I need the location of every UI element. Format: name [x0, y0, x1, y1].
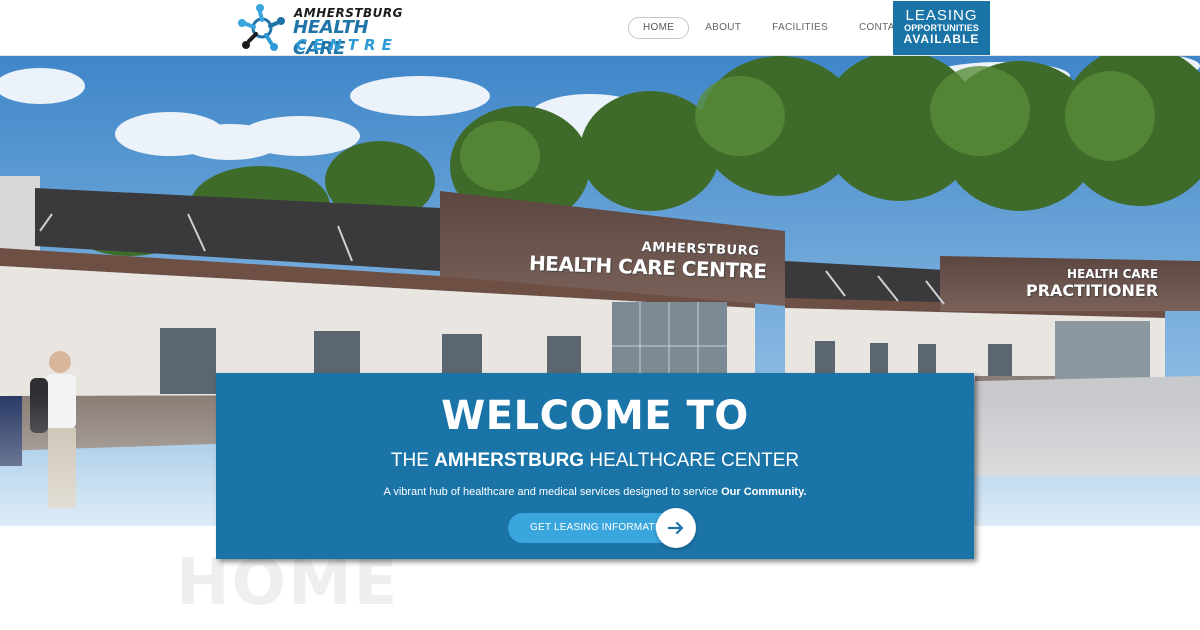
building-sign-side: HEALTH CARE PRACTITIONER — [1026, 267, 1158, 300]
building-sign-main: AMHERSTBURG HEALTH CARE CENTRE — [529, 236, 768, 283]
welcome-description-bold: Our Community. — [721, 486, 807, 498]
arrow-right-icon — [668, 522, 684, 534]
welcome-description: A vibrant hub of healthcare and medical … — [216, 486, 974, 498]
welcome-description-text: A vibrant hub of healthcare and medical … — [383, 486, 719, 498]
nav-item-home[interactable]: HOME — [628, 17, 690, 39]
welcome-subtitle-bold: AMHERSTBURG — [434, 450, 585, 471]
leasing-label-line3: AVAILABLE — [903, 32, 980, 46]
logo-people-icon — [238, 4, 285, 51]
welcome-subtitle-post: HEALTHCARE CENTER — [589, 450, 800, 471]
welcome-subtitle-pre: THE — [390, 450, 429, 471]
site-header: AMHERSTBURG HEALTH CARE CENTRE HOME ABOU… — [0, 0, 1200, 59]
nav-item-facilities[interactable]: FACILITIES — [757, 17, 843, 39]
welcome-subtitle: THE AMHERSTBURG HEALTHCARE CENTER — [216, 450, 974, 472]
building-sign-side-bottom: PRACTITIONER — [1026, 281, 1159, 300]
building-sign-side-top: HEALTH CARE — [1067, 267, 1159, 281]
leasing-opportunities-button[interactable]: LEASING OPPORTUNITIES AVAILABLE — [893, 1, 990, 55]
welcome-title: WELCOME TO — [441, 393, 749, 439]
logo-text-centre: CENTRE — [296, 36, 398, 54]
site-logo[interactable]: AMHERSTBURG HEALTH CARE CENTRE — [236, 3, 421, 59]
welcome-panel: WELCOME TO THE AMHERSTBURG HEALTHCARE CE… — [216, 373, 974, 559]
cta-arrow-button[interactable] — [656, 508, 696, 548]
leasing-label-line1: LEASING — [905, 7, 978, 24]
main-nav: HOME ABOUT FACILITIES CONTACT — [628, 17, 925, 39]
nav-item-about[interactable]: ABOUT — [690, 17, 756, 39]
cta-label: GET LEASING INFORMATION — [530, 522, 674, 533]
